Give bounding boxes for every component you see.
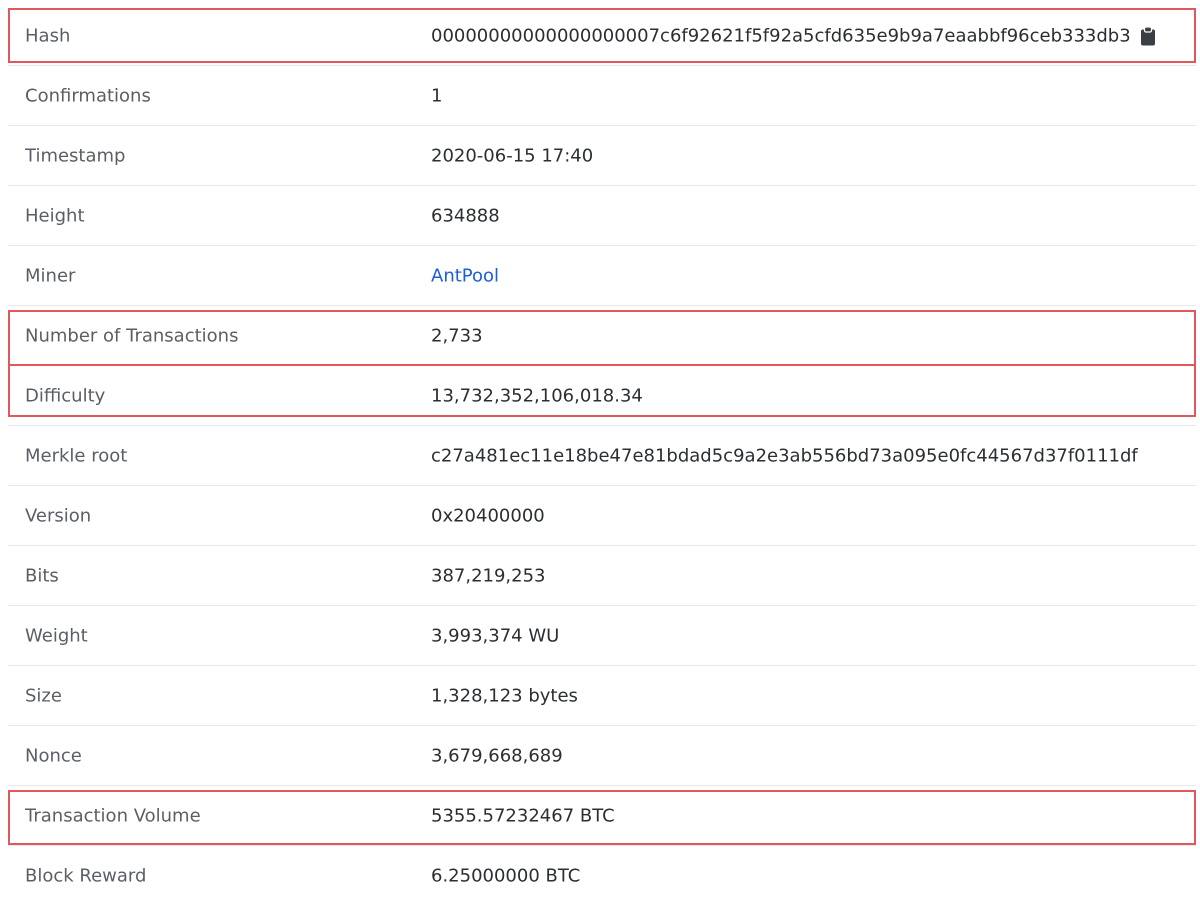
- row-weight: Weight 3,993,374 WU: [8, 606, 1196, 666]
- number-of-transactions-label: Number of Transactions: [25, 325, 239, 346]
- height-value: 634888: [431, 205, 500, 226]
- row-bits: Bits 387,219,253: [8, 546, 1196, 606]
- difficulty-value: 13,732,352,106,018.34: [431, 385, 643, 406]
- hash-value-wrap: 00000000000000000007c6f92621f5f92a5cfd63…: [431, 25, 1156, 46]
- row-difficulty: Difficulty 13,732,352,106,018.34: [8, 366, 1196, 426]
- row-nonce: Nonce 3,679,668,689: [8, 726, 1196, 786]
- version-value: 0x20400000: [431, 505, 545, 526]
- miner-link[interactable]: AntPool: [431, 265, 499, 286]
- version-label: Version: [25, 505, 92, 526]
- row-block-reward: Block Reward 6.25000000 BTC: [8, 846, 1196, 906]
- row-size: Size 1,328,123 bytes: [8, 666, 1196, 726]
- block-reward-label: Block Reward: [25, 865, 147, 887]
- timestamp-label: Timestamp: [25, 145, 126, 166]
- row-number-of-transactions: Number of Transactions 2,733: [8, 306, 1196, 366]
- transaction-volume-label: Transaction Volume: [25, 805, 201, 826]
- miner-label: Miner: [25, 265, 76, 286]
- row-version: Version 0x20400000: [8, 486, 1196, 546]
- timestamp-value: 2020-06-15 17:40: [431, 145, 594, 166]
- transaction-volume-value: 5355.57232467 BTC: [431, 805, 615, 826]
- nonce-value: 3,679,668,689: [431, 745, 563, 766]
- row-timestamp: Timestamp 2020-06-15 17:40: [8, 126, 1196, 186]
- weight-label: Weight: [25, 625, 88, 646]
- nonce-label: Nonce: [25, 745, 82, 766]
- difficulty-label: Difficulty: [25, 385, 106, 406]
- row-merkle-root: Merkle root c27a481ec11e18be47e81bdad5c9…: [8, 426, 1196, 486]
- row-transaction-volume: Transaction Volume 5355.57232467 BTC: [8, 786, 1196, 846]
- row-hash: Hash 00000000000000000007c6f92621f5f92a5…: [8, 6, 1196, 66]
- row-height: Height 634888: [8, 186, 1196, 246]
- block-reward-value: 6.25000000 BTC: [431, 865, 581, 887]
- miner-value-wrap: AntPool: [431, 265, 499, 286]
- size-label: Size: [25, 685, 62, 706]
- size-value: 1,328,123 bytes: [431, 685, 578, 706]
- bits-value: 387,219,253: [431, 565, 546, 586]
- confirmations-value: 1: [431, 85, 443, 106]
- confirmations-label: Confirmations: [25, 85, 151, 106]
- row-confirmations: Confirmations 1: [8, 66, 1196, 126]
- merkle-root-label: Merkle root: [25, 445, 128, 466]
- hash-value: 00000000000000000007c6f92621f5f92a5cfd63…: [431, 25, 1131, 46]
- row-miner: Miner AntPool: [8, 246, 1196, 306]
- clipboard-icon[interactable]: [1140, 26, 1156, 45]
- merkle-root-value: c27a481ec11e18be47e81bdad5c9a2e3ab556bd7…: [431, 445, 1138, 466]
- hash-label: Hash: [25, 25, 71, 46]
- bits-label: Bits: [25, 565, 59, 586]
- number-of-transactions-value: 2,733: [431, 325, 483, 346]
- weight-value: 3,993,374 WU: [431, 625, 560, 646]
- block-details-table: Hash 00000000000000000007c6f92621f5f92a5…: [8, 6, 1196, 906]
- height-label: Height: [25, 205, 85, 226]
